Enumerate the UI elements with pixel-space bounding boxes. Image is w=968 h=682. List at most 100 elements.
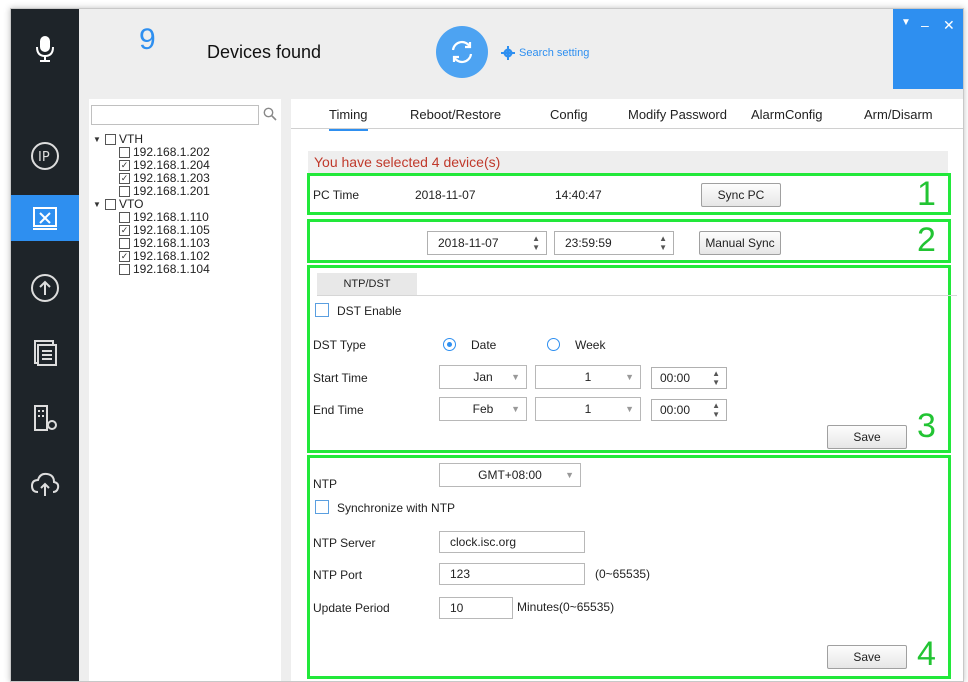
gear-icon	[501, 46, 515, 60]
section-1-number: 1	[917, 175, 936, 213]
nav-document-icon[interactable]	[11, 329, 79, 375]
ntp-port-range: (0~65535)	[595, 567, 651, 581]
device-checkbox[interactable]: ✓	[119, 173, 130, 184]
tree-search-input[interactable]	[91, 105, 259, 125]
device-checkbox[interactable]	[119, 186, 130, 197]
dst-type-date-radio[interactable]	[443, 338, 456, 351]
timezone-select[interactable]: GMT+08:00 ▼	[439, 463, 581, 487]
ntp-port-label: NTP Port	[313, 568, 363, 582]
selected-devices-message: You have selected 4 device(s)	[308, 151, 948, 173]
start-day-select[interactable]: 1 ▼	[535, 365, 641, 389]
manual-date-value: 2018-11-07	[438, 236, 499, 250]
dst-enable-checkbox[interactable]	[315, 303, 329, 317]
close-icon[interactable]: ✕	[943, 17, 955, 34]
tab-reboot-restore[interactable]: Reboot/Restore	[410, 107, 501, 122]
expand-arrow-icon[interactable]: ▼	[93, 133, 105, 146]
end-time-label: End Time	[313, 403, 364, 417]
device-checkbox[interactable]	[119, 212, 130, 223]
device-tree: ▼ VTH 192.168.1.202 ✓ 192.168.1.204 ✓ 192.…	[93, 133, 210, 276]
search-setting-link[interactable]: Search setting	[501, 46, 589, 60]
device-tree-panel: ▼ VTH 192.168.1.202 ✓ 192.168.1.204 ✓ 192.…	[89, 99, 281, 681]
svg-text:IP: IP	[38, 150, 50, 165]
tab-bar: Timing Reboot/Restore Config Modify Pass…	[291, 99, 963, 131]
ntp-server-input[interactable]: clock.isc.org	[439, 531, 585, 553]
spinner-arrows-icon[interactable]: ▲ ▼	[712, 401, 720, 419]
refresh-button[interactable]	[436, 26, 488, 78]
manual-time-value: 23:59:59	[565, 236, 612, 250]
refresh-icon	[451, 40, 473, 64]
ntp-label: NTP	[313, 477, 337, 491]
start-month-value: Jan	[473, 370, 493, 384]
app-window: IP 9 Devices found Search setting ▼ – ✕ …	[10, 8, 964, 682]
tree-item[interactable]: 192.168.1.104	[93, 263, 210, 276]
device-checkbox[interactable]	[119, 264, 130, 275]
sync-ntp-checkbox[interactable]	[315, 500, 329, 514]
dst-type-label: DST Type	[313, 338, 366, 352]
group-checkbox[interactable]	[105, 199, 116, 210]
end-time-spinner[interactable]: 00:00 ▲ ▼	[651, 399, 727, 421]
dst-enable-label: DST Enable	[337, 304, 402, 318]
end-month-value: Feb	[472, 402, 494, 416]
dst-save-button[interactable]: Save	[827, 425, 907, 449]
pc-time-value: 14:40:47	[555, 188, 602, 202]
ntp-server-label: NTP Server	[313, 536, 376, 550]
timezone-value: GMT+08:00	[478, 468, 542, 482]
tab-arm-disarm[interactable]: Arm/Disarm	[864, 107, 933, 122]
pc-time-label: PC Time	[313, 188, 360, 202]
nav-cloud-upload-icon[interactable]	[11, 461, 79, 507]
device-checkbox[interactable]: ✓	[119, 225, 130, 236]
ntp-port-input[interactable]: 123	[439, 563, 585, 585]
device-checkbox[interactable]: ✓	[119, 160, 130, 171]
tab-timing[interactable]: Timing	[329, 107, 368, 131]
section-3-number: 3	[917, 407, 936, 445]
nav-building-settings-icon[interactable]	[11, 395, 79, 441]
start-time-spinner[interactable]: 00:00 ▲ ▼	[651, 367, 727, 389]
update-period-input[interactable]: 10	[439, 597, 513, 619]
group-checkbox[interactable]	[105, 134, 116, 145]
devices-found-label: Devices found	[207, 42, 322, 62]
device-checkbox[interactable]	[119, 147, 130, 158]
start-day-value: 1	[584, 370, 592, 384]
spinner-arrows-icon[interactable]: ▲ ▼	[659, 234, 667, 252]
manual-time-spinner[interactable]: 23:59:59 ▲ ▼	[554, 231, 674, 255]
dst-week-option-label: Week	[575, 338, 606, 352]
expand-arrow-icon[interactable]: ▼	[93, 198, 105, 211]
dst-date-option-label: Date	[471, 338, 497, 352]
tab-alarm-config[interactable]: AlarmConfig	[751, 107, 823, 122]
device-count: 9	[139, 23, 156, 56]
search-icon[interactable]	[263, 107, 277, 121]
dst-type-week-radio[interactable]	[547, 338, 560, 351]
device-ip: 192.168.1.104	[133, 262, 210, 276]
end-day-select[interactable]: 1 ▼	[535, 397, 641, 421]
nav-ip-icon[interactable]: IP	[11, 133, 79, 179]
device-checkbox[interactable]	[119, 238, 130, 249]
tree-item[interactable]: 192.168.1.201	[93, 185, 210, 198]
sync-ntp-label: Synchronize with NTP	[337, 501, 456, 515]
device-checkbox[interactable]: ✓	[119, 251, 130, 262]
start-month-select[interactable]: Jan ▼	[439, 365, 527, 389]
manual-date-spinner[interactable]: 2018-11-07 ▲ ▼	[427, 231, 547, 255]
tab-modify-password[interactable]: Modify Password	[628, 107, 727, 122]
nav-upgrade-icon[interactable]	[11, 265, 79, 311]
spinner-arrows-icon[interactable]: ▲ ▼	[532, 234, 540, 252]
end-day-value: 1	[584, 402, 592, 416]
dropdown-caret-icon: ▼	[625, 404, 634, 414]
ntp-save-button[interactable]: Save	[827, 645, 907, 669]
microphone-logo-icon	[11, 9, 79, 89]
tab-ntp-dst[interactable]: NTP/DST	[317, 273, 417, 295]
tab-config[interactable]: Config	[550, 107, 588, 122]
sync-pc-button[interactable]: Sync PC	[701, 183, 781, 207]
left-sidebar: IP	[11, 9, 79, 681]
dropdown-caret-icon: ▼	[625, 372, 634, 382]
start-time-label: Start Time	[313, 371, 368, 385]
manual-sync-button[interactable]: Manual Sync	[699, 231, 781, 255]
menu-dropdown-icon[interactable]: ▼	[901, 17, 911, 28]
nav-tools-icon[interactable]	[11, 195, 79, 241]
minimize-icon[interactable]: –	[921, 17, 929, 33]
dropdown-caret-icon: ▼	[511, 372, 520, 382]
end-month-select[interactable]: Feb ▼	[439, 397, 527, 421]
update-period-unit: Minutes(0~65535)	[517, 600, 615, 614]
dropdown-caret-icon: ▼	[565, 470, 574, 480]
spinner-arrows-icon[interactable]: ▲ ▼	[712, 369, 720, 387]
device-ip: 192.168.1.201	[133, 184, 210, 198]
